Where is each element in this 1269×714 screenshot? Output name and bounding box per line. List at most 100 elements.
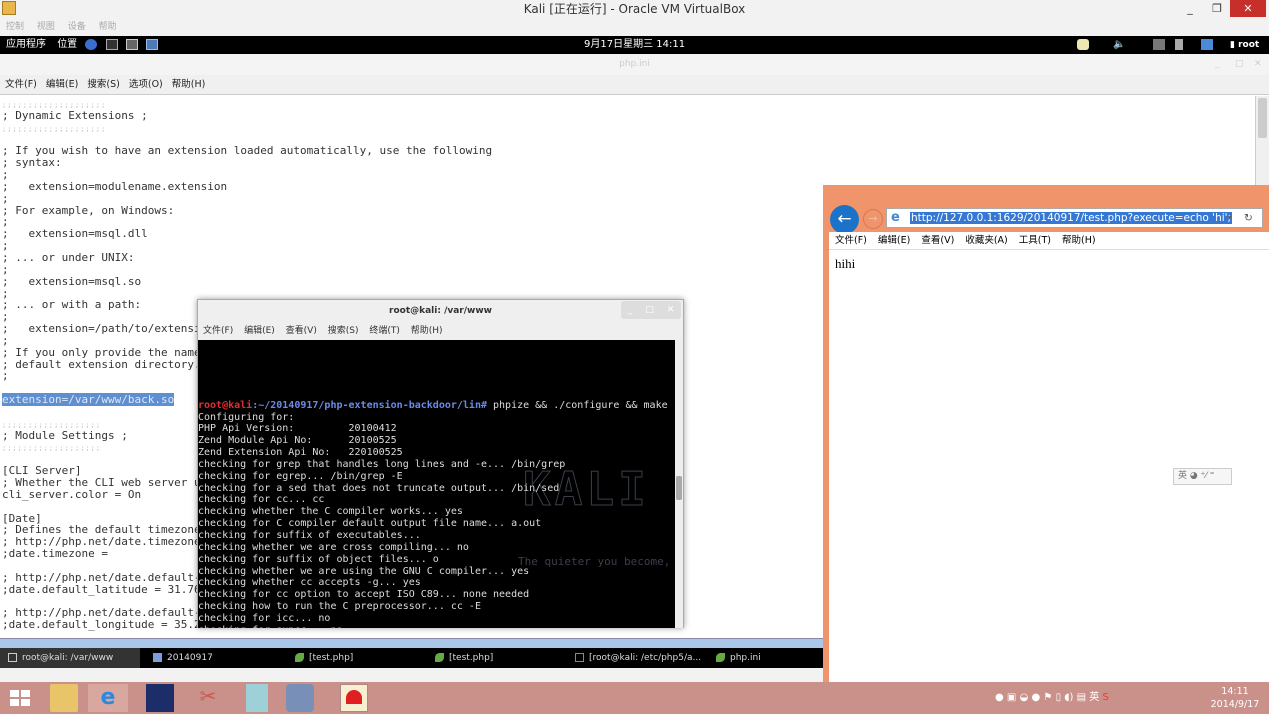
keyboard-icon[interactable] — [1153, 39, 1165, 50]
menu-control[interactable]: 控制 — [6, 22, 24, 32]
volume-muted-icon[interactable]: 🔈 — [1113, 36, 1125, 54]
terminal-output[interactable]: KALI L The quieter you become, the root@… — [198, 340, 675, 628]
vm-bottom-strip — [0, 668, 823, 682]
terminal-line: checking for cc... cc — [198, 494, 325, 506]
gedit-minimize-button[interactable]: _ — [1215, 54, 1220, 75]
terminal-line: checking whether we are cross compiling.… — [198, 541, 469, 553]
page-content: hihi — [829, 250, 1269, 682]
terminal-menu-help[interactable]: 帮助(H) — [411, 326, 443, 336]
menu-devices[interactable]: 设备 — [68, 22, 86, 32]
terminal-menu-terminal[interactable]: 终端(T) — [369, 326, 400, 336]
snipping-tool-icon[interactable]: ✂ — [194, 684, 222, 712]
gedit-menu-help[interactable]: 帮助(H) — [172, 79, 206, 90]
task-terminal[interactable]: root@kali: /var/www — [0, 648, 140, 668]
editor-line: ; syntax: — [2, 157, 1255, 169]
gedit-titlebar: php.ini _ □ ✕ — [0, 54, 1269, 75]
back-button[interactable]: ← — [830, 205, 859, 234]
minimize-button[interactable]: _ — [1178, 0, 1202, 17]
address-dropdown-icon[interactable]: ▾ — [1228, 209, 1232, 227]
gedit-menu-search[interactable]: 搜索(S) — [87, 79, 119, 90]
ime-language[interactable]: 英 — [1178, 471, 1187, 481]
gedit-maximize-button[interactable]: □ — [1235, 54, 1244, 75]
ie-browser-window[interactable]: ← → e http://127.0.0.1:1629/20140917/tes… — [823, 185, 1269, 682]
terminal-line: checking for suncc... no — [198, 625, 675, 628]
battery-icon[interactable] — [1175, 39, 1183, 50]
restore-button[interactable]: ❐ — [1205, 0, 1229, 17]
tray-cloud-icon[interactable]: ◒ — [1020, 692, 1029, 703]
tray-sogou-icon[interactable]: S — [1102, 692, 1108, 703]
file-explorer-icon[interactable] — [50, 684, 78, 712]
gedit-menubar: 文件(F) 编辑(E) 搜索(S) 选项(O) 帮助(H) — [0, 75, 1269, 95]
browser-menu-favorites[interactable]: 收藏夹(A) — [965, 235, 1007, 246]
workspace-launcher-icon[interactable] — [145, 38, 158, 50]
panel-clock[interactable]: 9月17日星期三 14:11 — [584, 36, 685, 54]
virtualbox-taskbar-icon[interactable] — [286, 684, 314, 712]
browser-menu-file[interactable]: 文件(F) — [835, 235, 867, 246]
close-button[interactable]: ✕ — [1230, 0, 1266, 17]
gedit-menu-options[interactable]: 选项(O) — [129, 79, 163, 90]
ime-toolbar[interactable]: 英 ◕ ⁺⁄ ⁼ — [1173, 468, 1232, 485]
gedit-menu-edit[interactable]: 编辑(E) — [46, 79, 78, 90]
task-test-php-1[interactable]: [test.php] — [287, 648, 353, 668]
editor-line-text: ;date.default_longitude = 35.2333 — [2, 618, 221, 632]
terminal-window[interactable]: root@kali: /var/www _ □ ✕ 文件(F) 编辑(E) 查看(V… — [197, 299, 684, 628]
start-button[interactable] — [6, 684, 34, 712]
browser-launcher-icon[interactable] — [85, 38, 98, 50]
terminal-minimize-button[interactable]: _ — [628, 305, 633, 315]
browser-menu-tools[interactable]: 工具(T) — [1019, 235, 1051, 246]
taskbar-clock[interactable]: 14:11 2014/9/17 — [1205, 685, 1265, 711]
forward-button[interactable]: → — [863, 209, 883, 229]
tray-battery-icon[interactable]: ▯ — [1056, 692, 1062, 703]
clock-time: 14:11 — [1221, 686, 1249, 697]
tray-volume-icon[interactable]: ◖) — [1064, 692, 1073, 703]
virtualbox-titlebar: Kali [正在运行] - Oracle VM VirtualBox _ ❐ ✕ — [0, 0, 1269, 18]
refresh-icon[interactable]: ↻ — [1244, 209, 1253, 227]
task-label: php.ini — [730, 653, 761, 663]
terminal-launcher-icon[interactable] — [105, 38, 118, 50]
browser-menu-view[interactable]: 查看(V) — [921, 235, 954, 246]
terminal-menu-view[interactable]: 查看(V) — [286, 326, 317, 336]
task-label: root@kali: /var/www — [22, 653, 114, 663]
terminal-menu-file[interactable]: 文件(F) — [203, 326, 233, 336]
prompt-user: root@kali — [198, 399, 253, 411]
browser-menu-edit[interactable]: 编辑(E) — [878, 235, 910, 246]
terminal-menubar: 文件(F) 编辑(E) 查看(V) 搜索(S) 终端(T) 帮助(H) — [198, 322, 683, 340]
terminal-menu-search[interactable]: 搜索(S) — [328, 326, 359, 336]
tray-flag-icon[interactable]: ⚑ — [1043, 692, 1052, 703]
gedit-menu-file[interactable]: 文件(F) — [5, 79, 37, 90]
user-menu[interactable]: ▮ root — [1230, 36, 1259, 54]
editor-line-text: extension=/var/www/back.so — [2, 393, 175, 407]
notification-icon[interactable] — [1077, 39, 1089, 50]
task-terminal-php5[interactable]: [root@kali: /etc/php5/a... — [567, 648, 701, 668]
clock-date: 2014/9/17 — [1210, 699, 1260, 710]
tray-network-icon[interactable]: ▣ — [1007, 692, 1016, 703]
menu-help[interactable]: 帮助 — [99, 22, 117, 32]
tray-language[interactable]: 英 — [1089, 692, 1099, 703]
network-icon[interactable] — [1201, 39, 1213, 50]
tray-keyboard-icon[interactable]: ▤ — [1077, 692, 1086, 703]
internet-explorer-icon[interactable]: e — [88, 684, 128, 712]
editor-scroll-thumb[interactable] — [1258, 98, 1267, 138]
places-menu[interactable]: 位置 — [57, 39, 77, 50]
gedit-close-button[interactable]: ✕ — [1254, 54, 1262, 75]
terminal-line: Zend Module Api No: 20100525 — [198, 435, 397, 447]
task-folder[interactable]: 20140917 — [145, 648, 213, 668]
terminal-line: Zend Extension Api No: 220100525 — [198, 447, 403, 459]
kali-app-icon[interactable] — [146, 684, 174, 712]
terminal-scrollbar[interactable] — [675, 340, 683, 628]
terminal-maximize-button[interactable]: □ — [645, 305, 654, 315]
menu-view[interactable]: 视图 — [37, 22, 55, 32]
red-app-icon[interactable] — [340, 684, 368, 712]
applications-menu[interactable]: 应用程序 — [6, 39, 46, 50]
terminal-menu-edit[interactable]: 编辑(E) — [244, 326, 275, 336]
address-bar[interactable]: e http://127.0.0.1:1629/20140917/test.ph… — [886, 208, 1263, 228]
editor-line-text: ;;;;;;;;;;;;;;;;;;;; — [2, 101, 107, 109]
notepad-icon[interactable] — [246, 684, 268, 712]
task-php-ini[interactable]: php.ini — [708, 648, 761, 668]
tray-app-icon[interactable]: ● — [1031, 692, 1040, 703]
terminal-close-button[interactable]: ✕ — [667, 305, 675, 315]
browser-menu-help[interactable]: 帮助(H) — [1062, 235, 1096, 246]
tray-360-icon[interactable]: ● — [995, 692, 1004, 703]
screenshot-launcher-icon[interactable] — [125, 38, 138, 50]
task-test-php-2[interactable]: [test.php] — [427, 648, 493, 668]
